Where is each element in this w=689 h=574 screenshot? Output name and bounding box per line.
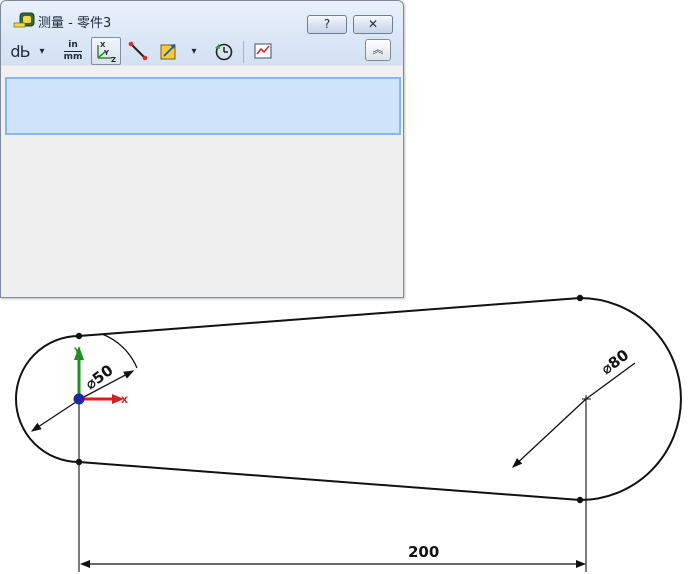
measure-toolbar: dЬ ▾ in mm X Y Z ▾ ︽	[5, 37, 399, 67]
large-arc[interactable]	[579, 297, 682, 501]
dialog-titlebar[interactable]: 测量 - 零件3 ? ✕	[1, 1, 403, 34]
units-bottom-label: mm	[63, 51, 83, 62]
small-arc[interactable]	[15, 335, 80, 463]
results-area	[2, 138, 402, 296]
endpoint[interactable]	[576, 294, 584, 302]
toolbar-separator	[243, 41, 244, 63]
point-to-point-icon	[128, 41, 148, 61]
units-top-label: in	[68, 39, 78, 50]
history-icon	[215, 43, 233, 61]
chevron-down-icon: ▾	[39, 45, 45, 57]
endpoint[interactable]	[75, 332, 83, 340]
endpoint[interactable]	[576, 496, 584, 504]
arc-circle-measure-icon: dЬ	[10, 41, 30, 61]
svg-text:Z: Z	[111, 56, 116, 63]
projection-icon	[160, 44, 176, 60]
arc-circle-measure-button[interactable]: dЬ	[7, 37, 33, 65]
projection-button[interactable]	[155, 37, 183, 65]
create-sensor-button[interactable]	[249, 37, 277, 65]
measure-history-button[interactable]	[209, 37, 237, 65]
dimension-arrow	[80, 560, 90, 568]
arc-circle-dropdown[interactable]: ▾	[35, 37, 49, 65]
sensor-icon	[254, 43, 272, 59]
selection-list[interactable]	[5, 77, 401, 135]
origin-point[interactable]	[73, 393, 85, 405]
collapse-icon: ︽	[372, 43, 384, 56]
large-diameter-leader[interactable]	[512, 398, 587, 468]
dimension-arrow	[576, 560, 586, 568]
dialog-title: 测量 - 零件3	[38, 16, 112, 31]
xyz-dimension-button[interactable]: X Y Z	[91, 37, 121, 65]
measure-tape-icon	[13, 12, 35, 28]
bottom-tangent-line[interactable]	[78, 461, 581, 501]
graphics-area[interactable]: ⌀50 ⌀80 200 Y X 测量 - 零件3 ? ✕ dЬ ▾ in mm …	[0, 0, 689, 574]
point-to-point-button[interactable]	[125, 37, 151, 65]
small-diameter-leader[interactable]	[30, 397, 83, 432]
close-button[interactable]: ✕	[353, 15, 393, 34]
large-diameter-label[interactable]: ⌀80	[598, 346, 633, 378]
xyz-dimension-icon: X Y Z	[97, 41, 116, 63]
help-button[interactable]: ?	[307, 15, 347, 34]
center-distance-label[interactable]: 200	[408, 543, 439, 561]
units-precision-button[interactable]: in mm	[59, 37, 87, 65]
svg-text:Y: Y	[103, 49, 110, 57]
y-axis-label: Y	[73, 347, 81, 357]
top-tangent-line[interactable]	[78, 297, 581, 337]
projection-dropdown[interactable]: ▾	[187, 37, 201, 65]
svg-text:X: X	[100, 41, 106, 49]
x-axis-label: X	[121, 396, 128, 406]
measure-dialog: 测量 - 零件3 ? ✕ dЬ ▾ in mm X Y Z ▾ ︽	[0, 0, 404, 298]
collapse-button[interactable]: ︽	[365, 39, 391, 61]
chevron-down-icon: ▾	[191, 45, 197, 57]
